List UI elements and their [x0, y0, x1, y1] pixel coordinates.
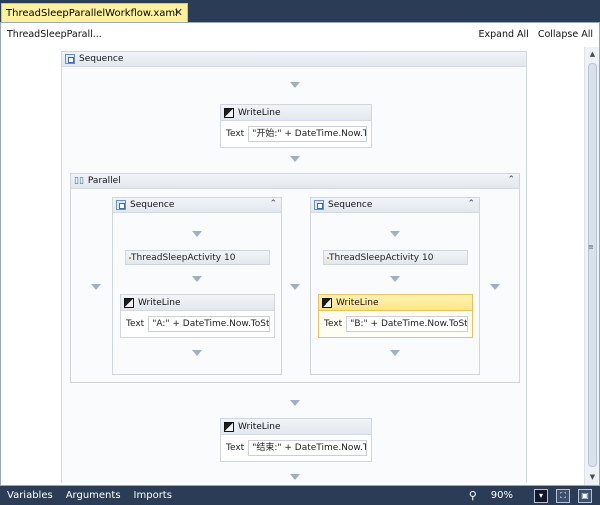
text-expression-field[interactable]: "A:" + DateTime.Now.ToStr: [148, 316, 270, 332]
workflow-designer: ThreadSleepParall... Expand All Collapse…: [0, 22, 600, 486]
root-sequence-header[interactable]: Sequence: [62, 52, 526, 67]
branch-a-title: Sequence: [130, 200, 175, 210]
thread-sleep-b-label: ThreadSleepActivity 10: [329, 252, 434, 263]
sequence-icon: [65, 54, 75, 64]
variables-tab[interactable]: Variables: [7, 490, 53, 501]
root-sequence[interactable]: Sequence WriteLine Text "开始:" + DateTime…: [61, 51, 527, 483]
parallel-title: Parallel: [87, 176, 121, 186]
vertical-scrollbar[interactable]: ▲ ≡ ▼: [584, 47, 599, 485]
writeline-b-header[interactable]: WriteLine: [319, 295, 472, 311]
writeline-a-title: WriteLine: [138, 297, 181, 308]
drop-target-icon[interactable]: [290, 400, 300, 406]
scrollbar-thumb[interactable]: [588, 63, 597, 467]
drop-target-icon[interactable]: [490, 284, 500, 290]
text-expression-field[interactable]: "开始:" + DateTime.Now.To: [248, 126, 367, 142]
document-tab[interactable]: ThreadSleepParallelWorkflow.xaml ✕: [1, 3, 188, 22]
writeline-start-header[interactable]: WriteLine: [221, 105, 371, 121]
writeline-a[interactable]: WriteLine Text "A:" + DateTime.Now.ToStr: [120, 294, 275, 338]
writeline-start-title: WriteLine: [238, 107, 281, 118]
writeline-a-header[interactable]: WriteLine: [121, 295, 274, 311]
double-chevron-up-icon[interactable]: ⌃: [269, 199, 277, 209]
parallel-icon: ▯▯: [74, 176, 84, 186]
breadcrumb[interactable]: ThreadSleepParall...: [7, 29, 102, 40]
drop-target-icon[interactable]: [390, 231, 400, 237]
thread-sleep-activity-a[interactable]: ThreadSleepActivity 10: [125, 250, 270, 265]
drop-target-icon[interactable]: [192, 231, 202, 237]
zoom-controls: ⚲ 90% ▾ ⛶ ▣: [469, 486, 600, 505]
writeline-end-body: Text "结束:" + DateTime.Now.To: [226, 440, 367, 456]
designer-canvas[interactable]: Sequence WriteLine Text "开始:" + DateTime…: [3, 47, 583, 485]
root-sequence-title: Sequence: [79, 54, 124, 64]
breadcrumb-bar: ThreadSleepParall... Expand All Collapse…: [1, 23, 599, 45]
writeline-start[interactable]: WriteLine Text "开始:" + DateTime.Now.To: [220, 104, 372, 148]
drop-target-icon[interactable]: [390, 350, 400, 356]
overview-map-icon[interactable]: ▣: [578, 488, 592, 503]
arguments-tab[interactable]: Arguments: [66, 490, 121, 501]
writeline-icon: [124, 297, 134, 308]
text-label: Text: [226, 443, 245, 453]
parallel-activity[interactable]: ▯▯ Parallel ⌃ Sequence ⌃ ThreadSleepActi…: [70, 173, 520, 383]
scroll-up-icon[interactable]: ▲: [585, 48, 600, 60]
text-label: Text: [226, 129, 245, 139]
drop-target-icon[interactable]: [290, 82, 300, 88]
designer-status-bar: Variables Arguments Imports ⚲ 90% ▾ ⛶ ▣: [0, 486, 600, 505]
double-chevron-up-icon[interactable]: ⌃: [507, 175, 515, 185]
drop-target-icon[interactable]: [290, 284, 300, 290]
drop-target-icon[interactable]: [192, 276, 202, 282]
writeline-b-title: WriteLine: [336, 297, 379, 308]
parallel-header[interactable]: ▯▯ Parallel ⌃: [71, 174, 519, 189]
branch-b-title: Sequence: [328, 200, 373, 210]
writeline-b-selected[interactable]: WriteLine Text "B:" + DateTime.Now.ToStr: [318, 294, 473, 338]
writeline-end[interactable]: WriteLine Text "结束:" + DateTime.Now.To: [220, 418, 372, 462]
thread-sleep-activity-b[interactable]: ThreadSleepActivity 10: [323, 250, 468, 265]
expand-all-button[interactable]: Expand All: [479, 29, 529, 40]
zoom-level[interactable]: 90%: [491, 490, 513, 501]
collapse-all-button[interactable]: Collapse All: [538, 29, 593, 40]
writeline-start-body: Text "开始:" + DateTime.Now.To: [226, 126, 367, 142]
sequence-icon: [116, 200, 126, 210]
writeline-icon: [224, 107, 234, 118]
writeline-icon: [322, 297, 332, 308]
text-label: Text: [324, 319, 343, 329]
drop-target-icon[interactable]: [390, 276, 400, 282]
branch-a-sequence[interactable]: Sequence ⌃ ThreadSleepActivity 10 WriteL…: [112, 197, 282, 375]
document-tab-title: ThreadSleepParallelWorkflow.xaml: [6, 7, 178, 19]
imports-tab[interactable]: Imports: [134, 490, 172, 501]
thread-sleep-a-label: ThreadSleepActivity 10: [131, 252, 236, 263]
drop-target-icon[interactable]: [290, 156, 300, 162]
writeline-end-header[interactable]: WriteLine: [221, 419, 371, 435]
writeline-end-title: WriteLine: [238, 421, 281, 432]
fit-to-screen-icon[interactable]: ⛶: [556, 488, 570, 503]
writeline-a-body: Text "A:" + DateTime.Now.ToStr: [126, 316, 270, 332]
document-tab-strip: ThreadSleepParallelWorkflow.xaml ✕: [0, 0, 600, 22]
drop-target-icon[interactable]: [290, 474, 300, 480]
drop-target-icon[interactable]: [192, 350, 202, 356]
zoom-dropdown-icon[interactable]: ▾: [534, 488, 548, 503]
branch-b-sequence[interactable]: Sequence ⌃ ThreadSleepActivity 10 WriteL…: [310, 197, 480, 375]
branch-a-header[interactable]: Sequence ⌃: [113, 198, 281, 213]
sequence-icon: [314, 200, 324, 210]
text-expression-field[interactable]: "B:" + DateTime.Now.ToStr: [346, 316, 468, 332]
text-label: Text: [126, 319, 145, 329]
scroll-down-icon[interactable]: ▼: [585, 471, 600, 483]
double-chevron-up-icon[interactable]: ⌃: [467, 199, 475, 209]
scroll-grip-icon: ≡: [588, 243, 594, 251]
close-icon[interactable]: ✕: [174, 6, 183, 19]
writeline-b-body: Text "B:" + DateTime.Now.ToStr: [324, 316, 468, 332]
text-expression-field[interactable]: "结束:" + DateTime.Now.To: [248, 440, 367, 456]
writeline-icon: [224, 421, 234, 432]
drop-target-icon[interactable]: [91, 284, 101, 290]
expand-collapse-actions: Expand All Collapse All: [479, 29, 594, 40]
magnifier-icon[interactable]: ⚲: [469, 489, 477, 502]
branch-b-header[interactable]: Sequence ⌃: [311, 198, 479, 213]
